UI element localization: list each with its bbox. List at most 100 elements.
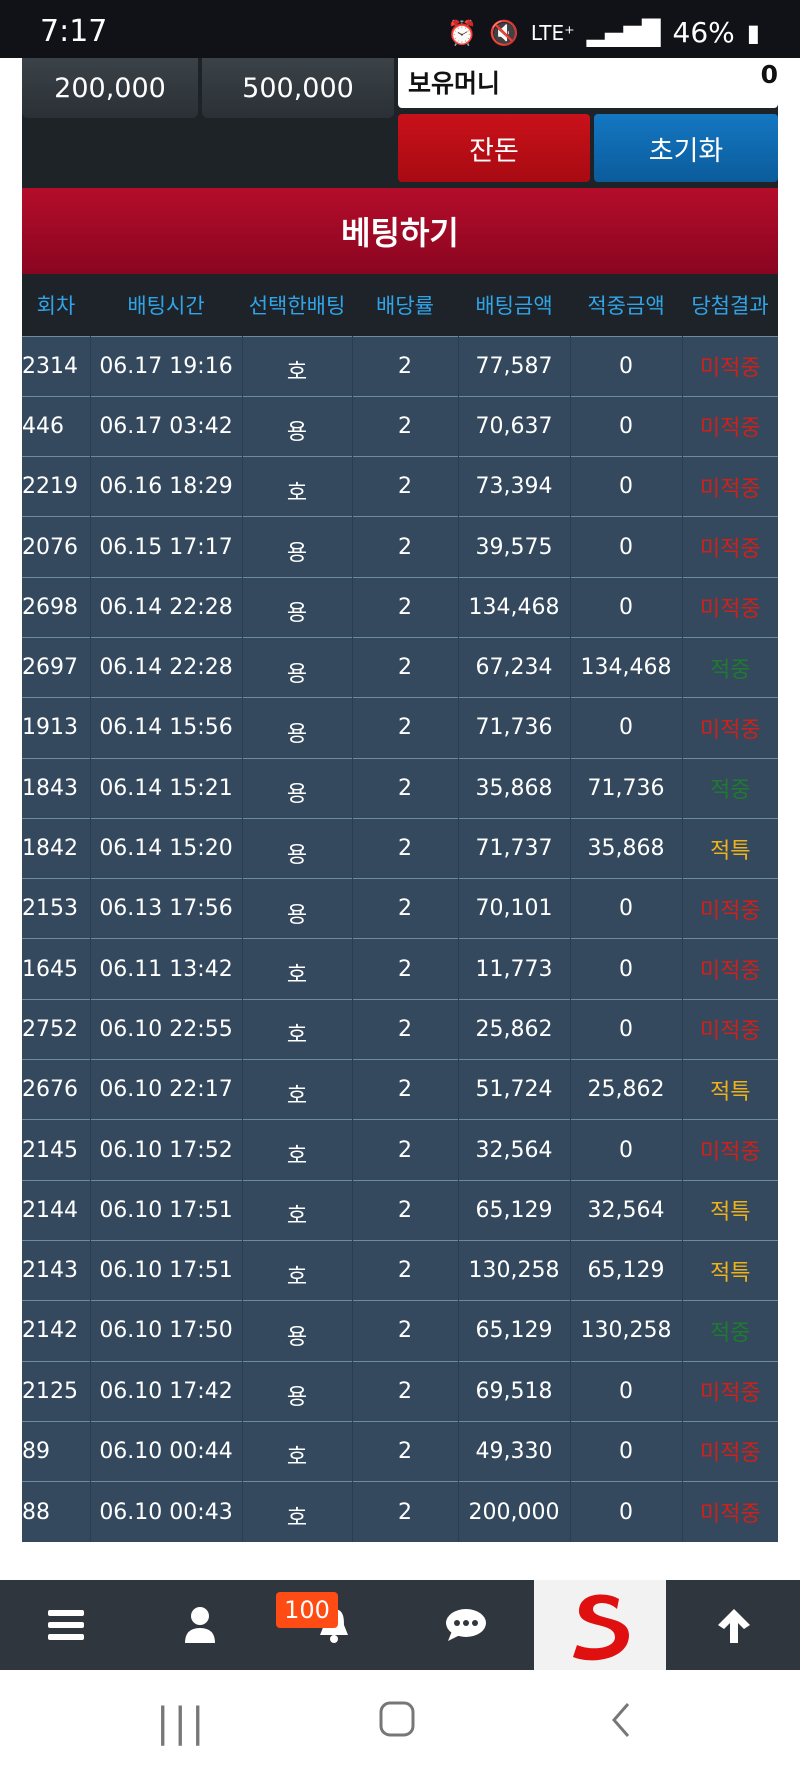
page-content: 200,000 500,000 보유머니 0 잔돈 초기화 베팅하기 회차 배팅시…	[0, 58, 800, 1588]
table-cell: 06.14 22:28	[90, 637, 243, 698]
table-cell: 51,724	[458, 1059, 571, 1120]
table-cell: 2697	[22, 637, 91, 698]
table-cell: 32,564	[570, 1180, 683, 1241]
money-display: 보유머니 0	[398, 58, 778, 108]
money-value: 0	[760, 60, 778, 89]
menu-icon[interactable]	[0, 1580, 132, 1670]
table-cell: 06.14 15:20	[90, 818, 243, 879]
table-row: 2125 06.10 17:42 용 2 69,518 0 미적중	[22, 1361, 778, 1422]
table-cell: 호	[242, 456, 353, 517]
signal-icon: ▂▄▆█	[586, 18, 661, 47]
reset-button[interactable]: 초기화	[594, 114, 778, 182]
table-cell: 06.10 17:50	[90, 1300, 243, 1362]
status-icons: ⏰ 🔇 LTE⁺ ▂▄▆█ 46% ▮	[447, 16, 760, 49]
table-cell: 71,737	[458, 818, 571, 879]
result-cell: 미적중	[699, 1019, 761, 1045]
table-cell: 0	[570, 396, 683, 457]
table-cell: 06.17 19:16	[90, 336, 243, 397]
table-cell: 2	[352, 516, 459, 578]
table-cell: 호	[242, 1059, 353, 1120]
table-cell: 용	[242, 697, 353, 759]
table-row: 2698 06.14 22:28 용 2 134,468 0 미적중	[22, 577, 778, 638]
table-cell: 65,129	[458, 1300, 571, 1362]
table-cell: 2676	[22, 1059, 91, 1120]
table-row: 2076 06.15 17:17 용 2 39,575 0 미적중	[22, 516, 778, 578]
table-cell: 2	[352, 336, 459, 397]
table-row: 1645 06.11 13:42 호 2 11,773 0 미적중	[22, 938, 778, 1000]
change-button[interactable]: 잔돈	[398, 114, 590, 182]
table-cell: 06.14 22:28	[90, 577, 243, 638]
result-cell: 미적중	[699, 537, 761, 563]
table-cell: 1645	[22, 938, 91, 1000]
table-cell: 호	[242, 999, 353, 1060]
table-cell: 35,868	[570, 818, 683, 879]
table-row: 1842 06.14 15:20 용 2 71,737 35,868 적특	[22, 818, 778, 879]
table-cell: 06.11 13:42	[90, 938, 243, 1000]
column-header: 회차	[36, 293, 76, 318]
table-cell: 71,736	[458, 697, 571, 759]
bet-history-table: 회차 배팅시간 선택한배팅 배당률 배팅금액 적중금액 당첨결과 2314 06.17 19:…	[22, 274, 778, 1542]
table-row: 2676 06.10 22:17 호 2 51,724 25,862 적특	[22, 1059, 778, 1120]
table-cell: 2	[352, 1300, 459, 1362]
table-row: 2142 06.10 17:50 용 2 65,129 130,258 적중	[22, 1300, 778, 1362]
table-cell: 2	[352, 697, 459, 759]
table-cell: 호	[242, 336, 353, 397]
table-cell: 2	[352, 758, 459, 819]
table-cell: 0	[570, 999, 683, 1060]
table-cell: 06.10 17:51	[90, 1240, 243, 1301]
table-cell: 0	[570, 878, 683, 939]
result-cell: 미적중	[699, 1381, 761, 1407]
result-cell: 미적중	[699, 416, 761, 442]
table-cell: 06.17 03:42	[90, 396, 243, 457]
result-cell: 미적중	[699, 717, 761, 743]
table-cell: 65,129	[458, 1180, 571, 1241]
table-cell: 용	[242, 577, 353, 638]
table-row: 2143 06.10 17:51 호 2 130,258 65,129 적특	[22, 1240, 778, 1301]
table-cell: 134,468	[570, 637, 683, 698]
chip-500000-button[interactable]: 500,000	[202, 58, 394, 118]
result-cell: 미적중	[699, 898, 761, 924]
table-cell: 2	[352, 1180, 459, 1241]
table-row: 2314 06.17 19:16 호 2 77,587 0 미적중	[22, 336, 778, 397]
table-cell: 용	[242, 758, 353, 819]
table-cell: 06.10 00:44	[90, 1421, 243, 1482]
table-cell: 2144	[22, 1180, 91, 1241]
table-cell: 06.10 22:17	[90, 1059, 243, 1120]
bet-amount-panel: 200,000 500,000 보유머니 0 잔돈 초기화	[22, 58, 778, 188]
arrow-up-icon[interactable]	[668, 1580, 800, 1670]
table-cell: 0	[570, 1119, 683, 1181]
recent-apps-icon[interactable]: |||	[156, 1700, 208, 1746]
table-cell: 06.16 18:29	[90, 456, 243, 517]
table-cell: 130,258	[570, 1300, 683, 1362]
table-cell: 70,637	[458, 396, 571, 457]
table-cell: 호	[242, 1240, 353, 1301]
table-header-row: 회차 배팅시간 선택한배팅 배당률 배팅금액 적중금액 당첨결과	[22, 274, 778, 336]
table-cell: 2142	[22, 1300, 91, 1362]
home-icon[interactable]	[378, 1700, 416, 1748]
table-cell: 0	[570, 456, 683, 517]
site-logo[interactable]	[534, 1580, 666, 1670]
table-row: 2153 06.13 17:56 용 2 70,101 0 미적중	[22, 878, 778, 939]
table-cell: 130,258	[458, 1240, 571, 1301]
table-cell: 용	[242, 1361, 353, 1422]
table-cell: 0	[570, 1361, 683, 1422]
table-cell: 25,862	[570, 1059, 683, 1120]
table-row: 88 06.10 00:43 호 2 200,000 0 미적중	[22, 1481, 778, 1542]
table-cell: 용	[242, 516, 353, 578]
back-icon[interactable]	[608, 1700, 632, 1750]
table-row: 446 06.17 03:42 용 2 70,637 0 미적중	[22, 396, 778, 457]
table-cell: 06.10 22:55	[90, 999, 243, 1060]
table-row: 2144 06.10 17:51 호 2 65,129 32,564 적특	[22, 1180, 778, 1241]
result-cell: 적특	[710, 1200, 751, 1226]
table-cell: 용	[242, 818, 353, 879]
chip-200000-button[interactable]: 200,000	[22, 58, 198, 118]
table-cell: 2	[352, 1059, 459, 1120]
chat-icon[interactable]	[400, 1580, 532, 1670]
user-icon[interactable]	[134, 1580, 266, 1670]
table-cell: 2	[352, 1421, 459, 1482]
status-bar: 7:17 ⏰ 🔇 LTE⁺ ▂▄▆█ 46% ▮	[0, 0, 800, 58]
table-row: 2145 06.10 17:52 호 2 32,564 0 미적중	[22, 1119, 778, 1181]
place-bet-button[interactable]: 베팅하기	[22, 188, 778, 274]
table-row: 89 06.10 00:44 호 2 49,330 0 미적중	[22, 1421, 778, 1482]
result-cell: 미적중	[699, 597, 761, 623]
